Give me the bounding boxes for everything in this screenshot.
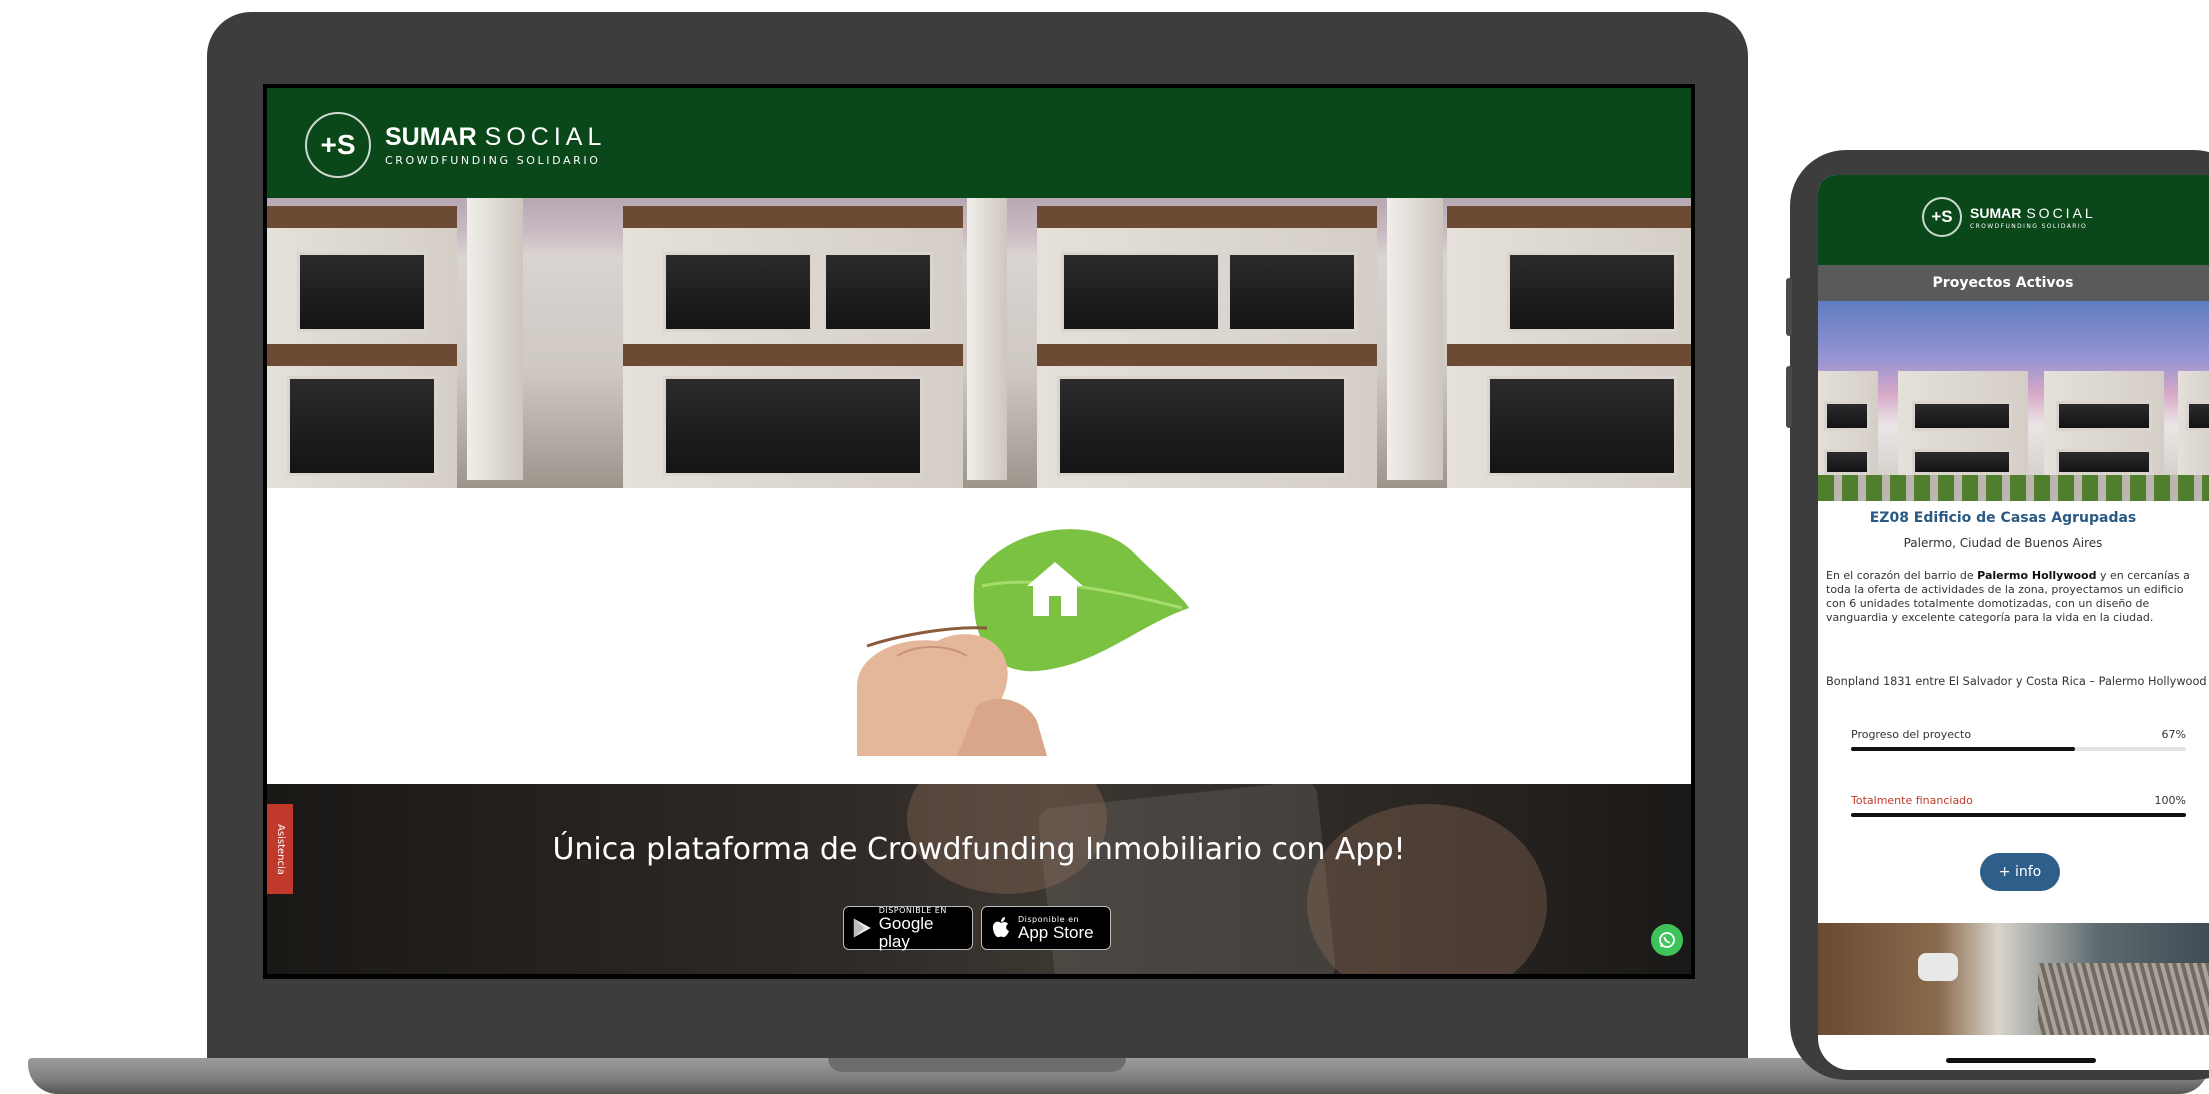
laptop-screen: +S SUMAR SOCIAL CROWDFUNDING SOLIDARIO A…: [263, 84, 1695, 979]
site-logo[interactable]: +S SUMAR SOCIAL CROWDFUNDING SOLIDARIO: [305, 112, 606, 178]
whatsapp-icon[interactable]: [1651, 924, 1683, 956]
logo-mark: +S: [320, 129, 356, 160]
building-block: [1447, 206, 1691, 488]
description-highlight: Palermo Hollywood: [1977, 569, 2097, 582]
project-progress: Progreso del proyecto 67%: [1851, 728, 2186, 751]
building-pillar: [467, 198, 523, 480]
project-address: Bonpland 1831 entre El Salvador y Costa …: [1826, 675, 2207, 688]
funded-bar-fill: [1851, 813, 2186, 817]
hero-image-townhouses: [267, 198, 1691, 488]
building-block: [623, 206, 963, 488]
building-block: [267, 206, 457, 488]
mobile-logo-name-bold: SUMAR: [1970, 204, 2022, 221]
logo-name-thin: SOCIAL: [484, 123, 607, 151]
app-store-button[interactable]: Disponible en App Store: [981, 906, 1111, 950]
mobile-logo-mark-icon: +S: [1922, 197, 1962, 237]
mobile-logo-mark: +S: [1931, 207, 1953, 226]
building-pillar: [967, 198, 1007, 480]
project-photo[interactable]: [1818, 301, 2209, 501]
app-banner: Asistencia Única plataforma de Crowdfund…: [267, 784, 1691, 974]
project-title[interactable]: EZ08 Edificio de Casas Agrupadas: [1818, 510, 2209, 526]
funding-progress: Totalmente financiado 100%: [1851, 794, 2186, 817]
active-projects-heading: Proyectos Activos: [1818, 265, 2209, 301]
mobile-logo[interactable]: +S SUMAR SOCIAL CROWDFUNDING SOLIDARIO: [1922, 197, 2096, 237]
building-block: [1037, 206, 1377, 488]
middle-section: [267, 488, 1691, 784]
more-info-button[interactable]: + info: [1980, 853, 2060, 891]
mobile-header: +S SUMAR SOCIAL CROWDFUNDING SOLIDARIO: [1818, 175, 2209, 265]
home-indicator[interactable]: [1946, 1058, 2096, 1063]
phone-screen: +S SUMAR SOCIAL CROWDFUNDING SOLIDARIO Pr…: [1818, 175, 2209, 1070]
lawn-stripes: [1818, 475, 2209, 501]
funded-label: Totalmente financiado: [1851, 794, 1973, 807]
app-store-label: App Store: [1018, 922, 1094, 942]
car-shape: [1918, 953, 1958, 981]
google-play-button[interactable]: DISPONIBLE EN Google play: [843, 906, 973, 950]
description-start: En el corazón del barrio de: [1826, 569, 1978, 582]
mobile-logo-name-thin: SOCIAL: [2026, 204, 2096, 221]
phone-side-button: [1786, 278, 1792, 336]
progress-bar: [1851, 747, 2186, 751]
progress-label: Progreso del proyecto: [1851, 728, 1972, 741]
logo-name-bold: SUMAR: [385, 123, 477, 151]
logo-tagline: CROWDFUNDING SOLIDARIO: [385, 154, 601, 167]
apple-icon: [992, 917, 1009, 938]
progress-value: 67%: [2161, 728, 2186, 741]
whatsapp-glyph: [1659, 932, 1675, 948]
banner-title: Única plataforma de Crowdfunding Inmobil…: [552, 832, 1406, 867]
logo-mark-icon: +S: [305, 112, 371, 178]
google-play-label: Google play: [878, 913, 934, 951]
mobile-logo-tagline: CROWDFUNDING SOLIDARIO: [1970, 222, 2088, 230]
leaf-house-illustration: [857, 529, 1189, 756]
store-badges: DISPONIBLE EN Google play Disponible en …: [843, 906, 1111, 950]
next-project-photo[interactable]: [1818, 923, 2209, 1035]
banner-background-hand: [1307, 804, 1547, 974]
phone-side-button: [1786, 366, 1792, 428]
funded-value: 100%: [2154, 794, 2186, 807]
mockup-stage: +S SUMAR SOCIAL CROWDFUNDING SOLIDARIO A…: [0, 0, 2209, 1094]
project-location: Palermo, Ciudad de Buenos Aires: [1903, 536, 2103, 550]
site-header: +S SUMAR SOCIAL CROWDFUNDING SOLIDARIO: [267, 88, 1691, 198]
grass-shape: [2038, 963, 2209, 1035]
progress-bar-fill: [1851, 747, 2076, 751]
laptop-notch: [828, 1058, 1126, 1072]
funded-bar: [1851, 813, 2186, 817]
google-play-icon: [853, 918, 871, 938]
project-description: En el corazón del barrio de Palermo Holl…: [1826, 569, 2194, 625]
building-pillar: [1387, 198, 1443, 480]
